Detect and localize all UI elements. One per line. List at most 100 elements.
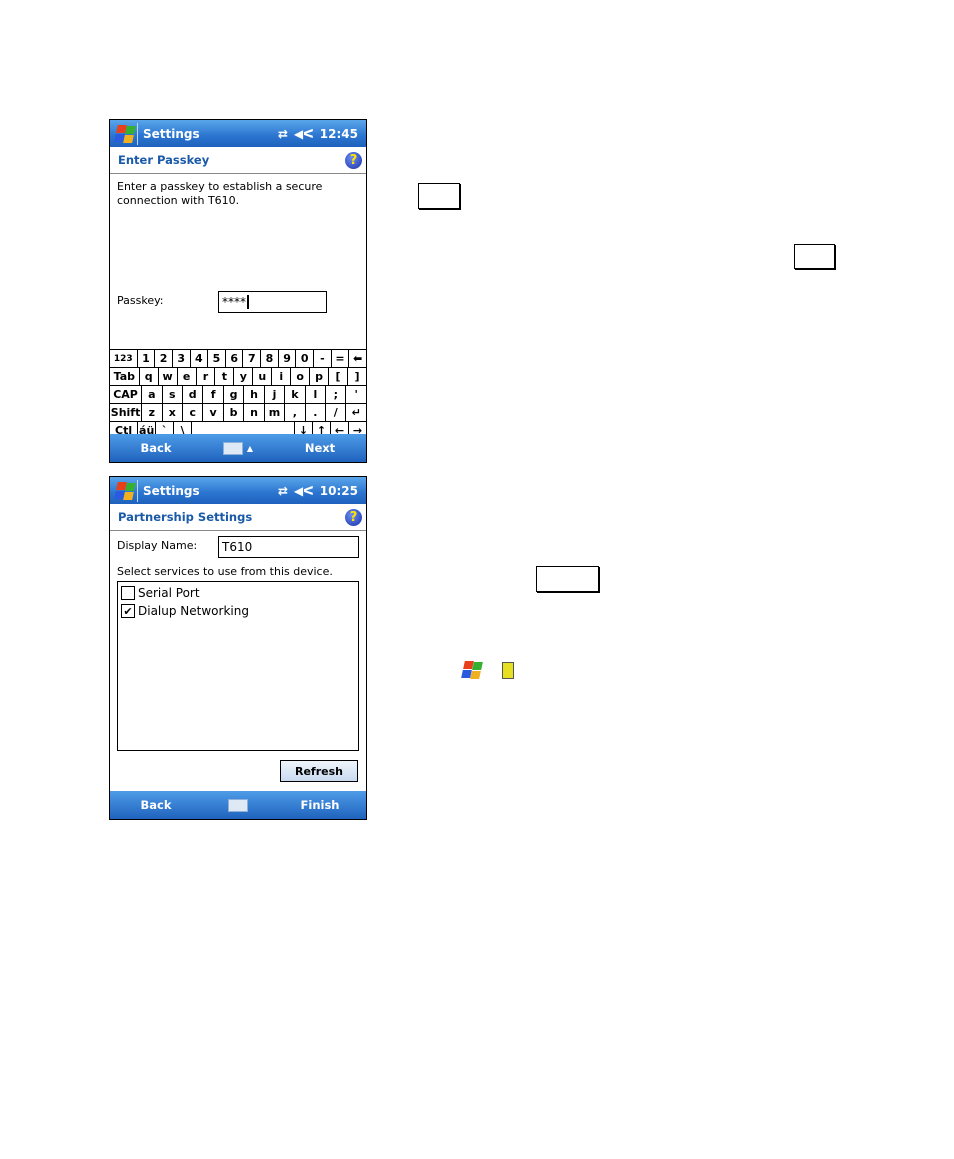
key[interactable]: Tab [110, 368, 140, 385]
speaker-icon[interactable]: ◀ᐸ [294, 127, 314, 141]
key[interactable]: 1 [138, 350, 156, 367]
page-title: Partnership Settings [118, 510, 253, 524]
keyboard-icon [222, 441, 243, 455]
key[interactable]: 8 [261, 350, 279, 367]
clock[interactable]: 10:25 [320, 484, 358, 498]
button-placeholder-box [418, 183, 460, 209]
app-title: Settings [143, 483, 200, 498]
clock[interactable]: 12:45 [320, 127, 358, 141]
speaker-icon[interactable]: ◀ᐸ [294, 484, 314, 498]
key[interactable]: a [142, 386, 163, 403]
input-panel-button[interactable] [202, 798, 274, 812]
refresh-button[interactable]: Refresh [280, 760, 358, 782]
key[interactable]: q [140, 368, 159, 385]
key[interactable]: , [285, 404, 306, 421]
keyboard-icon [228, 798, 248, 812]
app-title: Settings [143, 126, 200, 141]
battery-icon [502, 662, 514, 679]
key[interactable]: t [215, 368, 235, 385]
key[interactable]: s [163, 386, 183, 403]
connectivity-icon[interactable]: ⇄ [278, 127, 288, 141]
key[interactable]: n [244, 404, 265, 421]
key[interactable]: 6 [226, 350, 244, 367]
input-panel-button[interactable]: ▲ [202, 441, 274, 455]
title-bar: Settings ⇄ ◀ᐸ 12:45 [110, 120, 366, 147]
key[interactable]: h [244, 386, 265, 403]
key[interactable]: p [310, 368, 330, 385]
key[interactable]: ] [348, 368, 366, 385]
key[interactable]: m [265, 404, 286, 421]
enter-passkey-screen: Settings ⇄ ◀ᐸ 12:45 Enter Passkey? Enter a… [109, 119, 367, 463]
key[interactable]: 3 [173, 350, 191, 367]
key[interactable]: 2 [155, 350, 173, 367]
start-icon[interactable] [113, 124, 136, 144]
title-bar: Settings ⇄ ◀ᐸ 10:25 [110, 477, 366, 504]
key[interactable]: j [265, 386, 286, 403]
start-icon[interactable] [113, 481, 136, 501]
key[interactable]: b [224, 404, 245, 421]
keyboard-row: 123 1 2 3 4 5 6 7 8 9 0- = ⬅ [110, 350, 366, 368]
key[interactable]: 4 [191, 350, 209, 367]
checkbox-checked[interactable]: ✔ [121, 604, 135, 618]
passkey-input[interactable]: **** [218, 291, 327, 313]
next-button[interactable]: Next [274, 441, 366, 455]
page-title: Enter Passkey [118, 153, 210, 167]
key[interactable]: l [306, 386, 327, 403]
button-placeholder-box [794, 244, 835, 269]
key[interactable]: ; [326, 386, 347, 403]
services-label: Select services to use from this device. [117, 565, 333, 578]
key[interactable]: x [163, 404, 183, 421]
key[interactable]: 0 [296, 350, 315, 367]
key[interactable]: r [197, 368, 216, 385]
key[interactable]: 123 [110, 350, 138, 367]
key[interactable]: o [291, 368, 311, 385]
key[interactable]: z [142, 404, 163, 421]
services-list: Serial Port ✔ Dialup Networking [117, 581, 359, 751]
back-button[interactable]: Back [110, 441, 202, 455]
key[interactable]: - [314, 350, 332, 367]
passkey-label: Passkey: [117, 294, 164, 307]
key[interactable]: d [183, 386, 204, 403]
key[interactable]: y [234, 368, 254, 385]
key[interactable]: u [253, 368, 273, 385]
page: Settings ⇄ ◀ᐸ 12:45 Enter Passkey? Enter a… [0, 0, 954, 1159]
arrow-up-icon: ▲ [246, 443, 254, 453]
key[interactable]: c [183, 404, 204, 421]
key[interactable]: Shift [110, 404, 143, 421]
keyboard-row: Shift z x c v b n m,. / ↵ [110, 404, 366, 422]
service-item-serial-port[interactable]: Serial Port [118, 584, 358, 602]
service-item-dialup-networking[interactable]: ✔ Dialup Networking [118, 602, 358, 620]
key[interactable]: / [326, 404, 347, 421]
key[interactable]: ' [346, 386, 365, 403]
key[interactable]: ↵ [346, 404, 365, 421]
key[interactable]: CAP [110, 386, 143, 403]
key[interactable]: 7 [243, 350, 262, 367]
keyboard-row: Tab q w e r t y u i o p[] [110, 368, 366, 386]
key[interactable]: ⬅ [349, 350, 366, 367]
button-placeholder-box [536, 566, 599, 592]
key[interactable]: [ [329, 368, 349, 385]
help-icon[interactable]: ? [345, 508, 362, 526]
display-name-input[interactable]: T610 [218, 536, 359, 558]
back-button[interactable]: Back [110, 798, 202, 812]
partnership-settings-screen: Settings ⇄ ◀ᐸ 10:25 Partnership Settings? … [109, 476, 367, 820]
key[interactable]: f [203, 386, 224, 403]
key[interactable]: e [178, 368, 197, 385]
display-name-label: Display Name: [117, 539, 198, 552]
key[interactable]: v [203, 404, 224, 421]
finish-button[interactable]: Finish [274, 798, 366, 812]
key[interactable]: = [332, 350, 350, 367]
key[interactable]: g [224, 386, 245, 403]
key[interactable]: 9 [279, 350, 297, 367]
key[interactable]: w [159, 368, 178, 385]
help-icon[interactable]: ? [345, 151, 362, 169]
checkbox[interactable] [121, 586, 135, 600]
soft-keyboard: 123 1 2 3 4 5 6 7 8 9 0- = ⬅ Tab q w e r t y u i o p[] CAP a s d f g h… [110, 349, 366, 440]
key[interactable]: . [306, 404, 327, 421]
keyboard-row: CAP a s d f g h j k l; ' [110, 386, 366, 404]
key[interactable]: i [272, 368, 292, 385]
key[interactable]: k [285, 386, 306, 403]
instruction-text: Enter a passkey to establish a secure co… [117, 180, 323, 207]
connectivity-icon[interactable]: ⇄ [278, 484, 288, 498]
key[interactable]: 5 [208, 350, 226, 367]
